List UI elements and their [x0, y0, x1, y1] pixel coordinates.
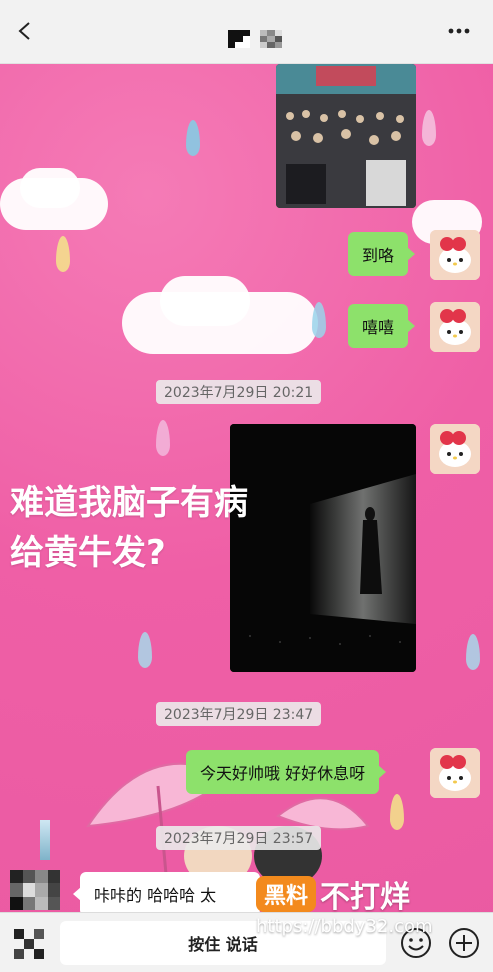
watermark-text: 不打烊 [320, 880, 411, 915]
raindrop-decoration [186, 120, 200, 156]
cloud-decoration [160, 276, 250, 326]
message-text: 到咯 [362, 246, 395, 265]
voice-toggle-icon[interactable] [14, 929, 44, 959]
message-text: 咔咔的 哈哈哈 太 [94, 886, 217, 905]
chat-header [0, 0, 493, 64]
hello-kitty-avatar-icon [430, 230, 480, 280]
hello-kitty-avatar-icon [430, 748, 480, 798]
my-avatar[interactable] [430, 424, 480, 474]
hello-kitty-avatar-icon [430, 424, 480, 474]
chat-screen: 到咯 嘻嘻 2023年7月29日 20:21 难道我脑子有病 给黄牛发? 202… [0, 0, 493, 972]
raindrop-decoration [390, 794, 404, 830]
contact-avatar-pixelated[interactable] [10, 870, 60, 910]
sent-message-bubble[interactable]: 今天好帅哦 好好休息呀 [186, 750, 387, 794]
back-arrow-icon[interactable] [14, 20, 36, 42]
sent-message-bubble[interactable]: 嘻嘻 [348, 304, 416, 348]
my-avatar[interactable] [430, 302, 480, 352]
mosaic-block [260, 30, 282, 48]
watermark-badge: 黑料 [256, 876, 317, 912]
raindrop-decoration [138, 632, 152, 668]
watermark: 黑料 不打烊 [256, 874, 411, 915]
raindrop-decoration [422, 110, 436, 146]
hold-to-talk-label: 按住 说话 [188, 935, 258, 954]
timestamp: 2023年7月29日 23:47 [156, 702, 322, 726]
message-text: 嘻嘻 [362, 318, 395, 337]
more-options-icon[interactable] [447, 24, 471, 38]
watermark-url: https://bbdy32.com [256, 916, 433, 937]
stage-photo[interactable] [230, 424, 416, 672]
overlay-caption-line1: 难道我脑子有病 [10, 483, 248, 523]
mosaic-block [228, 30, 250, 48]
stage-photo-image [230, 424, 416, 672]
hello-kitty-avatar-icon [430, 302, 480, 352]
my-avatar[interactable] [430, 230, 480, 280]
raindrop-decoration [466, 634, 480, 670]
sent-message-bubble[interactable]: 到咯 [348, 232, 416, 276]
concert-photo-image [276, 64, 416, 208]
message-text: 今天好帅哦 好好休息呀 [200, 764, 366, 783]
concert-photo[interactable] [276, 64, 416, 208]
timestamp: 2023年7月29日 23:57 [156, 826, 322, 850]
raindrop-decoration [56, 236, 70, 272]
decorative-mosaic [40, 820, 50, 860]
timestamp: 2023年7月29日 20:21 [156, 380, 322, 404]
my-avatar[interactable] [430, 748, 480, 798]
received-message-bubble[interactable]: 咔咔的 哈哈哈 太 [73, 872, 260, 916]
overlay-caption-line2: 给黄牛发? [10, 533, 166, 573]
cloud-decoration [20, 168, 80, 208]
raindrop-decoration [312, 302, 326, 338]
contact-name-pixelated [228, 30, 282, 48]
add-icon[interactable] [448, 927, 480, 959]
raindrop-decoration [156, 420, 170, 456]
